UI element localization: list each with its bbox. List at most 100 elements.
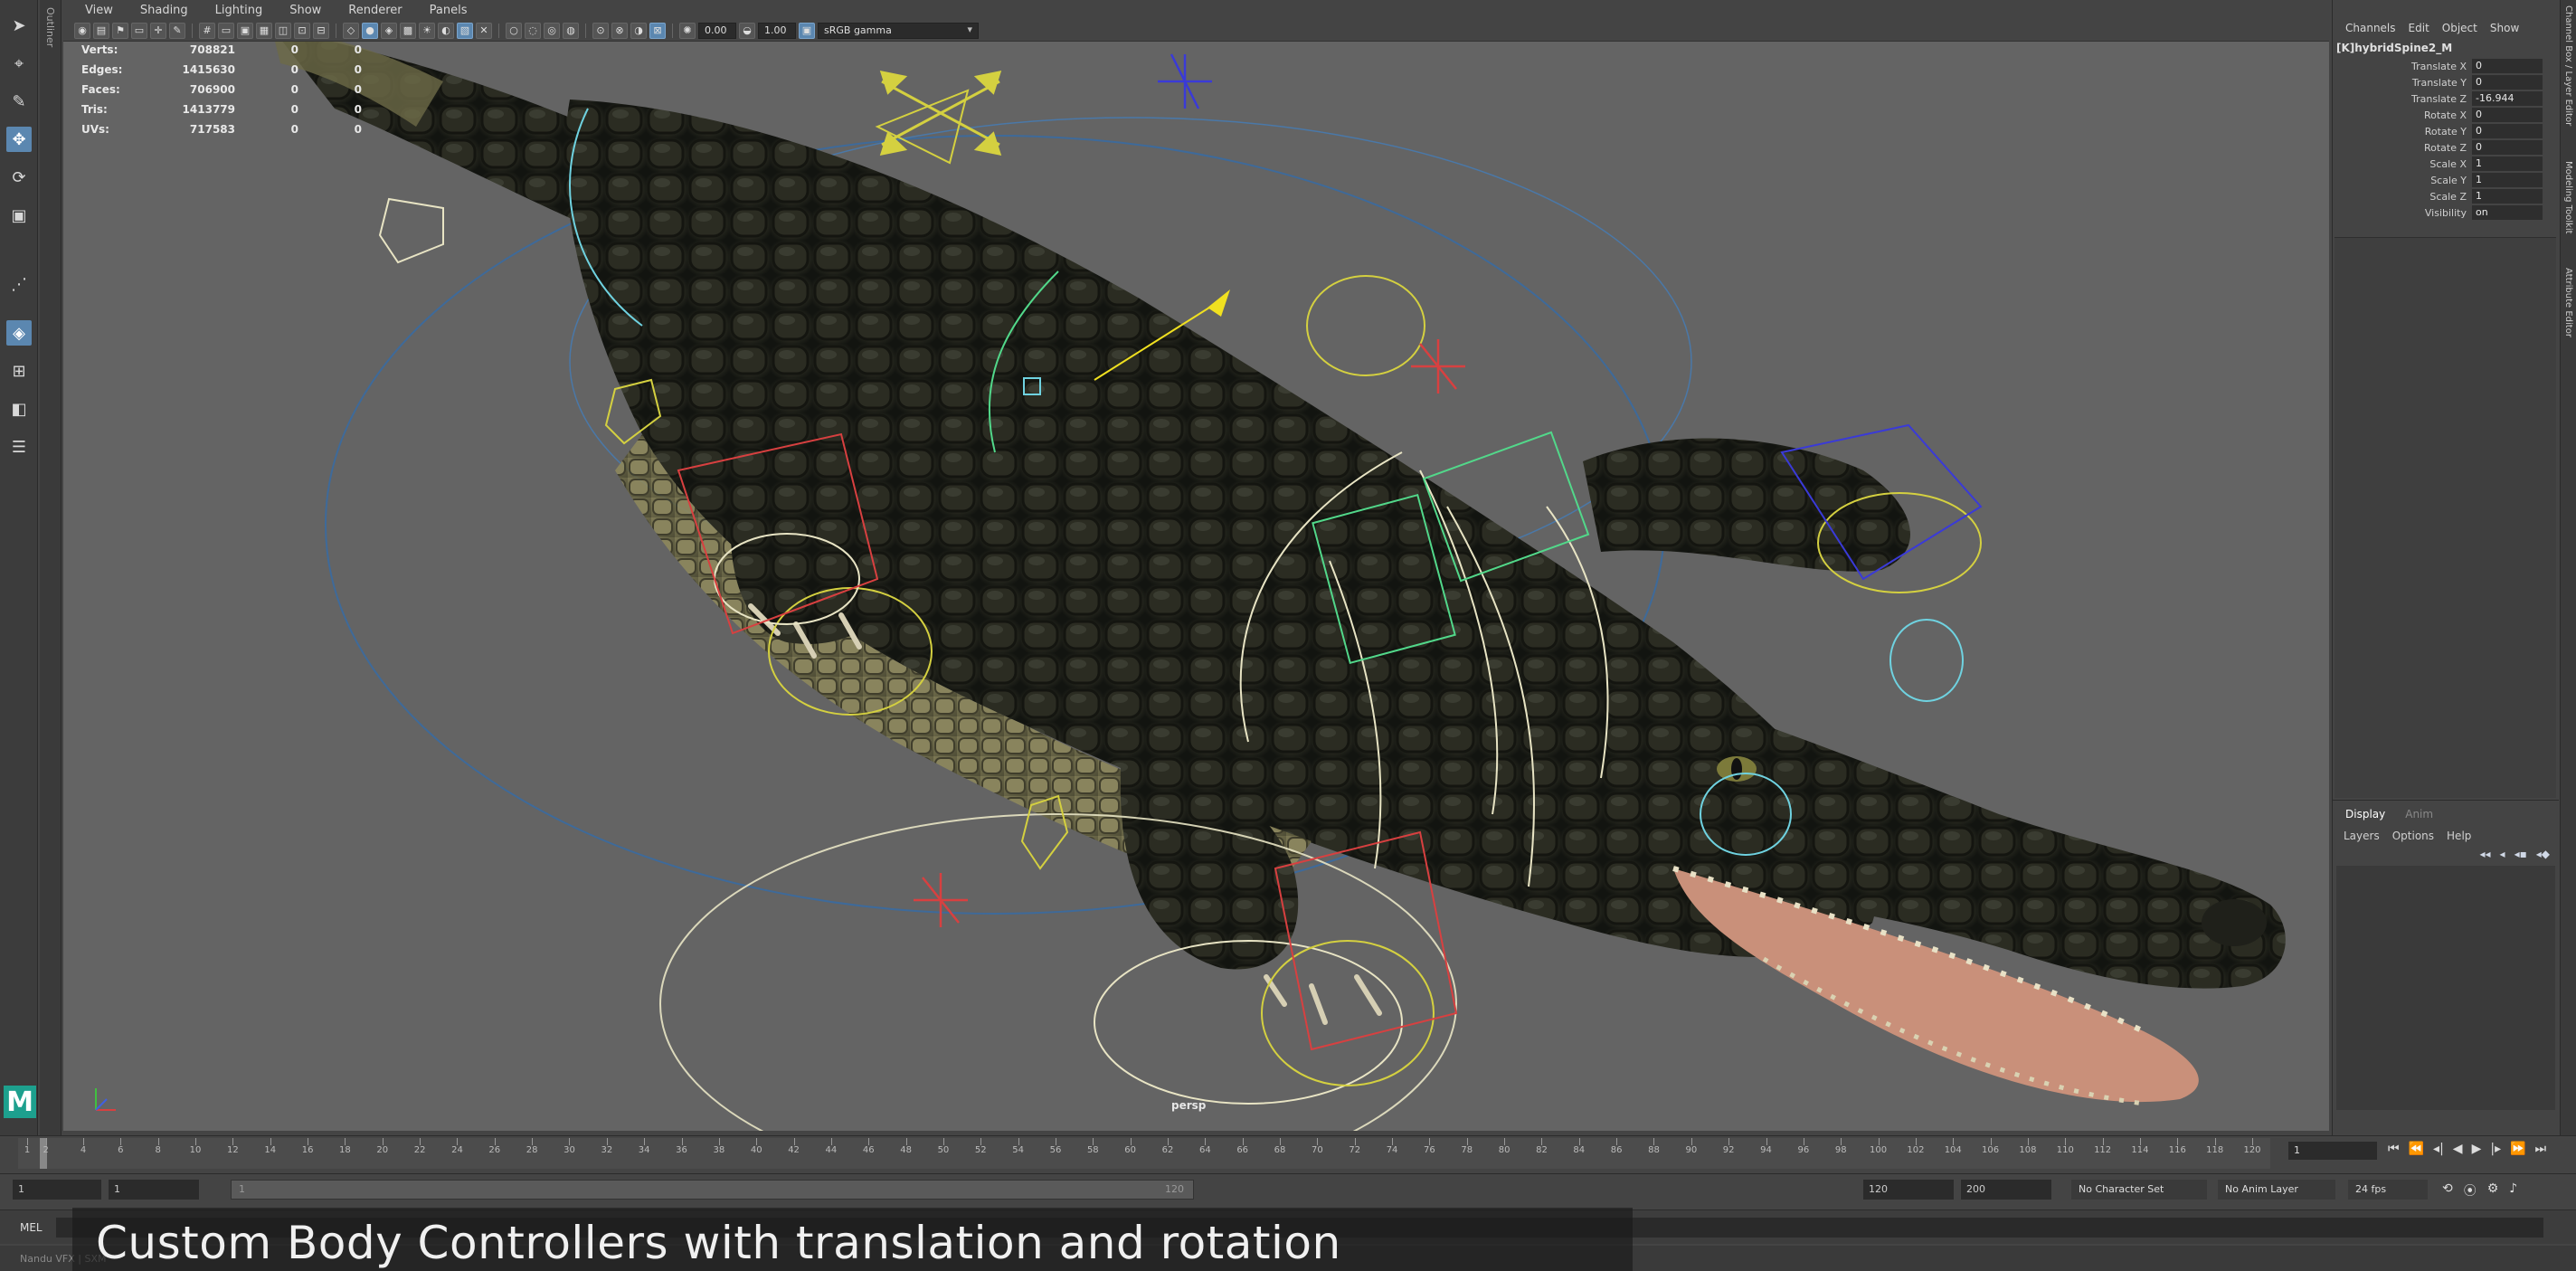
select-tool-icon[interactable]: ➤: [6, 13, 32, 38]
outliner-tab[interactable]: Outliner: [40, 0, 62, 1135]
attribute-row[interactable]: Translate Y 0: [2333, 74, 2558, 90]
tab-attribute-editor[interactable]: Attribute Editor: [2563, 268, 2573, 337]
menu-view[interactable]: View: [74, 4, 124, 17]
bookmark-icon[interactable]: ⚑: [112, 22, 128, 39]
safe-title-icon[interactable]: ⊟: [313, 22, 329, 39]
menu-show[interactable]: Show: [2490, 22, 2519, 34]
move-tool-icon[interactable]: ✥: [6, 127, 32, 152]
motion-blur-icon[interactable]: ◌: [525, 22, 541, 39]
menu-shading[interactable]: Shading: [129, 4, 199, 17]
view-transform-select[interactable]: sRGB gamma: [818, 22, 979, 39]
sound-icon[interactable]: ♪: [2509, 1181, 2517, 1200]
rotate-tool-icon[interactable]: ⟳: [6, 165, 32, 190]
attribute-value[interactable]: on: [2472, 205, 2543, 220]
attribute-row[interactable]: Visibility on: [2333, 204, 2558, 221]
attribute-value[interactable]: -16.944: [2472, 91, 2543, 106]
resolution-gate-icon[interactable]: ▣: [237, 22, 253, 39]
scale-tool-icon[interactable]: ▣: [6, 203, 32, 228]
outliner-layout-icon[interactable]: ☰: [6, 434, 32, 460]
shadows-icon[interactable]: ◐: [438, 22, 454, 39]
playback-start-field[interactable]: 1: [109, 1180, 199, 1200]
gamma-field[interactable]: 1.00: [758, 22, 796, 39]
gate-mask-icon[interactable]: ▦: [256, 22, 272, 39]
menu-channels[interactable]: Channels: [2345, 22, 2396, 34]
heads-up-display-icon[interactable]: ◑: [630, 22, 647, 39]
animation-start-field[interactable]: 1: [13, 1180, 101, 1200]
anti-aliasing-icon[interactable]: ◎: [544, 22, 560, 39]
textured-icon[interactable]: ▩: [400, 22, 416, 39]
step-back-frame-icon[interactable]: ◂|: [2433, 1142, 2444, 1156]
menu-renderer[interactable]: Renderer: [337, 4, 412, 17]
anim-layer-select[interactable]: No Anim Layer: [2218, 1180, 2335, 1200]
fps-select[interactable]: 24 fps: [2348, 1180, 2428, 1200]
menu-layers[interactable]: Layers: [2344, 830, 2380, 842]
tab-modeling-toolkit[interactable]: Modeling Toolkit: [2563, 161, 2573, 234]
image-plane-icon[interactable]: ▭: [131, 22, 147, 39]
time-slider-track[interactable]: 1 2 4 6 8 10 12 14 16 18 20 22 24 26 28 30 32 34 36 38 40 42 4…: [18, 1138, 2270, 1169]
attribute-value[interactable]: 1: [2472, 189, 2543, 204]
film-gate-icon[interactable]: ▭: [218, 22, 234, 39]
paint-select-icon[interactable]: ✎: [6, 89, 32, 114]
attribute-value[interactable]: 1: [2472, 173, 2543, 187]
tab-display[interactable]: Display: [2345, 808, 2385, 820]
lasso-tool-icon[interactable]: ⌖: [6, 51, 32, 76]
loop-icon[interactable]: ⟲: [2442, 1181, 2453, 1200]
wireframe-icon[interactable]: ◇: [343, 22, 359, 39]
color-management-icon[interactable]: ▣: [799, 22, 815, 39]
exposure-field[interactable]: 0.00: [698, 22, 736, 39]
attribute-row[interactable]: Rotate X 0: [2333, 107, 2558, 123]
two-d-pan-icon[interactable]: ✛: [150, 22, 166, 39]
script-type-label[interactable]: MEL: [20, 1221, 43, 1234]
attribute-row[interactable]: Scale X 1: [2333, 156, 2558, 172]
safe-action-icon[interactable]: ⊡: [294, 22, 310, 39]
four-view-icon[interactable]: ⊞: [6, 358, 32, 384]
time-slider[interactable]: 1 2 4 6 8 10 12 14 16 18 20 22 24 26 28 30 32 34 36 38 40 42 4…: [0, 1135, 2576, 1171]
lock-camera-icon[interactable]: ⊗: [611, 22, 628, 39]
attribute-row[interactable]: Rotate Z 0: [2333, 139, 2558, 156]
move-layer-down-icon[interactable]: ◂: [2500, 848, 2505, 860]
attribute-row[interactable]: Translate Z -16.944: [2333, 90, 2558, 107]
attribute-value[interactable]: 0: [2472, 108, 2543, 122]
attribute-row[interactable]: Rotate Y 0: [2333, 123, 2558, 139]
menu-show[interactable]: Show: [279, 4, 332, 17]
single-view-icon[interactable]: ◈: [6, 320, 32, 346]
viewport-panel[interactable]: View Shading Lighting Show Renderer Pane…: [63, 0, 2329, 1131]
component-select-icon[interactable]: ⊠: [649, 22, 666, 39]
depth-of-field-icon[interactable]: ◍: [563, 22, 579, 39]
anim-prefs-icon[interactable]: ⚙: [2487, 1181, 2499, 1200]
grease-pencil-icon[interactable]: ✎: [169, 22, 185, 39]
attribute-value[interactable]: 0: [2472, 75, 2543, 90]
smooth-shade-icon[interactable]: ●: [362, 22, 378, 39]
xray-joints-icon[interactable]: ✕: [476, 22, 492, 39]
camera-attributes-icon[interactable]: ▤: [93, 22, 109, 39]
attribute-row[interactable]: Scale Y 1: [2333, 172, 2558, 188]
menu-panels[interactable]: Panels: [419, 4, 478, 17]
ambient-occlusion-icon[interactable]: ○: [506, 22, 522, 39]
step-back-key-icon[interactable]: ⏪: [2409, 1142, 2424, 1156]
go-to-start-icon[interactable]: ⏮: [2388, 1142, 2400, 1156]
playback-end-field[interactable]: 120: [1863, 1180, 1954, 1200]
play-forwards-icon[interactable]: ▶: [2472, 1142, 2482, 1156]
character-set-select[interactable]: No Character Set: [2071, 1180, 2207, 1200]
auto-key-icon[interactable]: ⦿: [2464, 1181, 2477, 1200]
attribute-value[interactable]: 1: [2472, 157, 2543, 171]
field-chart-icon[interactable]: ◫: [275, 22, 291, 39]
menu-help[interactable]: Help: [2447, 830, 2471, 842]
step-forward-frame-icon[interactable]: |▸: [2490, 1142, 2501, 1156]
play-backwards-icon[interactable]: ◀: [2453, 1142, 2463, 1156]
new-layer-selected-icon[interactable]: ◂◆: [2536, 848, 2550, 860]
tab-channel-box[interactable]: Channel Box / Layer Editor: [2563, 5, 2573, 126]
attribute-row[interactable]: Scale Z 1: [2333, 188, 2558, 204]
two-view-icon[interactable]: ◧: [6, 396, 32, 422]
wireframe-on-shaded-icon[interactable]: ◈: [381, 22, 397, 39]
menu-options[interactable]: Options: [2392, 830, 2434, 842]
attribute-value[interactable]: 0: [2472, 59, 2543, 73]
lights-icon[interactable]: ☀: [419, 22, 435, 39]
move-layer-up-icon[interactable]: ◂◂: [2480, 848, 2491, 860]
attribute-value[interactable]: 0: [2472, 140, 2543, 155]
menu-object[interactable]: Object: [2442, 22, 2477, 34]
go-to-end-icon[interactable]: ⏭: [2535, 1142, 2547, 1156]
selected-node-name[interactable]: [K]hybridSpine2_M: [2333, 34, 2558, 54]
soft-select-icon[interactable]: ⋰: [6, 271, 32, 297]
isolate-select-icon[interactable]: ⊙: [592, 22, 609, 39]
